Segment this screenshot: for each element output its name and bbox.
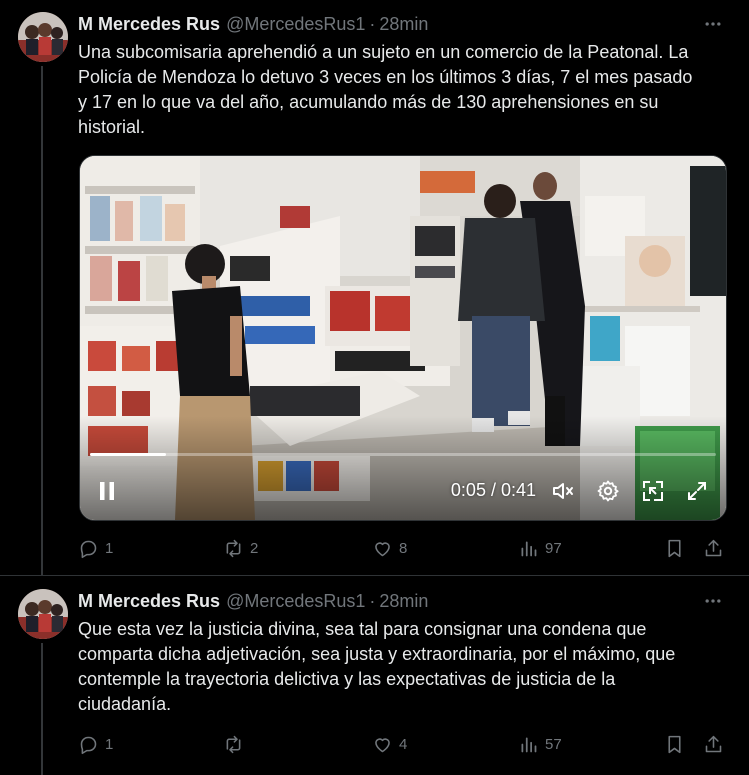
- author-handle[interactable]: @MercedesRus1: [226, 591, 365, 612]
- more-button[interactable]: [701, 13, 725, 35]
- fullscreen-button[interactable]: [684, 478, 710, 504]
- bookmark-icon: [668, 539, 681, 557]
- separator: ·: [369, 590, 376, 611]
- repost-count: 2: [250, 539, 259, 557]
- share-button[interactable]: [703, 732, 724, 756]
- share-icon: [705, 735, 722, 752]
- avatar[interactable]: [18, 589, 68, 639]
- bookmark-icon: [668, 735, 681, 753]
- reply-icon: [80, 540, 97, 558]
- more-icon: [705, 22, 721, 26]
- bookmark-button[interactable]: [664, 536, 685, 560]
- like-count: 8: [399, 539, 408, 557]
- avatar[interactable]: [18, 12, 68, 62]
- gear-icon: [597, 480, 619, 502]
- tweet-actions: 1 2 8 97: [78, 536, 728, 560]
- bookmark-button[interactable]: [664, 732, 685, 756]
- tweet[interactable]: M Mercedes Rus @MercedesRus1 · 28min Una…: [0, 0, 749, 575]
- video-progress-bar[interactable]: [90, 453, 716, 456]
- video-player[interactable]: 0:05 / 0:41: [79, 155, 727, 521]
- tweet-header: M Mercedes Rus @MercedesRus1 · 28min: [78, 590, 428, 612]
- video-frame: [80, 156, 726, 520]
- reply-count: 1: [105, 539, 114, 557]
- like-button[interactable]: 4: [372, 732, 407, 756]
- thread-line: [41, 66, 43, 575]
- reply-count: 1: [105, 735, 114, 753]
- picture-in-picture-button[interactable]: [640, 478, 666, 504]
- author-name[interactable]: M Mercedes Rus: [78, 591, 220, 612]
- views-count: 97: [545, 539, 562, 557]
- timestamp[interactable]: 28min: [379, 14, 428, 35]
- heart-icon: [375, 737, 390, 752]
- author-handle[interactable]: @MercedesRus1: [226, 14, 365, 35]
- settings-button[interactable]: [595, 478, 621, 504]
- tweet-text: Una subcomisaria aprehendió a un sujeto …: [78, 42, 693, 137]
- tweet-actions: 1 4 57: [78, 732, 728, 756]
- tweet[interactable]: M Mercedes Rus @MercedesRus1 · 28min Que…: [0, 575, 749, 775]
- share-button[interactable]: [703, 536, 724, 560]
- reply-button[interactable]: 1: [78, 732, 113, 756]
- mute-button[interactable]: [550, 478, 576, 504]
- more-button[interactable]: [701, 590, 725, 612]
- picture-in-picture-icon: [643, 481, 663, 501]
- mute-icon: [553, 483, 573, 499]
- repost-button[interactable]: 2: [223, 536, 258, 560]
- reply-button[interactable]: 1: [78, 536, 113, 560]
- views-button[interactable]: 97: [518, 536, 562, 560]
- avatar-image: [18, 12, 68, 62]
- views-icon: [521, 541, 537, 556]
- pause-icon: [100, 482, 114, 500]
- repost-icon: [226, 735, 241, 753]
- separator: ·: [369, 13, 376, 34]
- repost-button[interactable]: [223, 732, 250, 756]
- repost-icon: [226, 539, 241, 557]
- tweet-text: Que esta vez la justicia divina, sea tal…: [78, 619, 676, 714]
- timestamp[interactable]: 28min: [379, 591, 428, 612]
- thread-line: [41, 643, 43, 775]
- views-count: 57: [545, 735, 562, 753]
- avatar-image: [18, 589, 68, 639]
- views-button[interactable]: 57: [518, 732, 562, 756]
- fullscreen-icon: [688, 482, 706, 500]
- tweet-header: M Mercedes Rus @MercedesRus1 · 28min: [78, 13, 428, 35]
- reply-icon: [80, 736, 97, 754]
- like-count: 4: [399, 735, 408, 753]
- pause-button[interactable]: [94, 478, 120, 504]
- more-icon: [705, 599, 721, 603]
- like-button[interactable]: 8: [372, 536, 407, 560]
- heart-icon: [375, 541, 390, 556]
- author-name[interactable]: M Mercedes Rus: [78, 14, 220, 35]
- video-progress-fill: [90, 453, 167, 456]
- views-icon: [521, 737, 537, 752]
- video-time: 0:05 / 0:41: [450, 480, 536, 500]
- share-icon: [705, 539, 722, 556]
